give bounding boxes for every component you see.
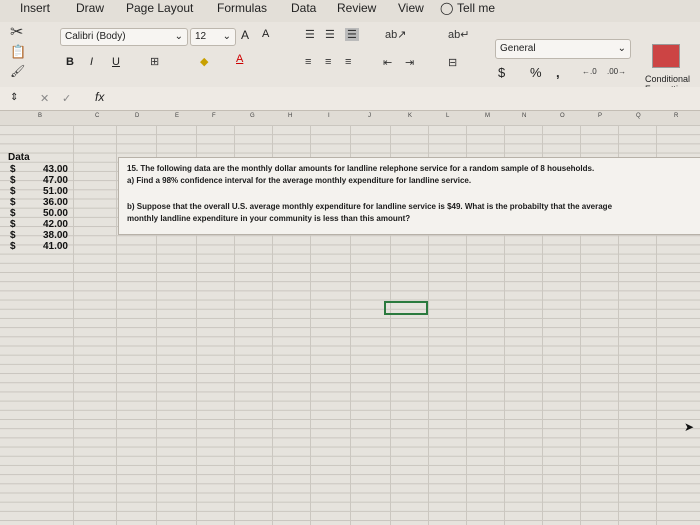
column-header[interactable]: J [368, 113, 371, 119]
fx-icon[interactable]: fx [95, 90, 104, 104]
column-header[interactable]: N [522, 113, 526, 119]
data-value[interactable]: 36.00 [30, 197, 68, 208]
formula-bar: ⇕ ✕ ✓ fx [0, 87, 700, 111]
data-value[interactable]: 41.00 [30, 241, 68, 252]
tab-view[interactable]: View [398, 1, 424, 15]
font-size: 12 [195, 31, 207, 42]
currency-button[interactable]: $ [498, 65, 505, 80]
column-header[interactable]: D [135, 113, 139, 119]
column-header[interactable]: L [446, 113, 449, 119]
column-header[interactable]: R [674, 113, 678, 119]
shrink-font-button[interactable]: A [262, 28, 269, 40]
conditional-formatting-label-1[interactable]: Conditional [645, 74, 690, 84]
column-header[interactable]: K [408, 113, 412, 119]
column-header[interactable]: H [288, 113, 292, 119]
grow-font-button[interactable]: A [241, 28, 249, 42]
data-header[interactable]: Data [8, 153, 30, 163]
scissors-icon[interactable]: ✂ [10, 22, 23, 42]
data-value[interactable]: 38.00 [30, 230, 68, 241]
font-size-dropdown[interactable]: 12 ⌄ [190, 28, 236, 46]
data-value[interactable]: 50.00 [30, 208, 68, 219]
chevron-down-icon: ⌄ [617, 43, 626, 54]
increase-indent-icon[interactable]: ⇥ [405, 56, 414, 69]
tab-page-layout[interactable]: Page Layout [126, 1, 193, 15]
problem-line-1: 15. The following data are the monthly d… [127, 164, 595, 173]
problem-line-3: b) Suppose that the overall U.S. average… [127, 202, 613, 211]
column-divider [116, 125, 117, 525]
name-box-stepper-icon[interactable]: ⇕ [10, 92, 18, 103]
currency-symbol: $ [10, 175, 16, 186]
currency-symbol: $ [10, 208, 16, 219]
font-name: Calibri (Body) [65, 31, 126, 42]
column-header[interactable]: I [328, 113, 330, 119]
problem-text-box[interactable]: 15. The following data are the monthly d… [118, 157, 700, 235]
align-center-icon[interactable]: ≡ [325, 56, 331, 68]
excel-window: Insert Draw Page Layout Formulas Data Re… [0, 0, 700, 525]
decrease-decimal-icon[interactable]: .00→ [607, 67, 626, 76]
tab-insert[interactable]: Insert [20, 1, 50, 15]
font-name-dropdown[interactable]: Calibri (Body) ⌄ [60, 28, 188, 46]
comma-button[interactable]: , [556, 65, 560, 80]
mouse-cursor-icon: ➤ [684, 420, 695, 434]
fill-color-icon[interactable]: ◆ [200, 55, 208, 68]
conditional-formatting-icon[interactable] [652, 44, 680, 68]
column-header[interactable]: B [38, 113, 42, 119]
chevron-down-icon: ⌄ [222, 31, 231, 42]
column-header[interactable]: F [212, 113, 216, 119]
data-value[interactable]: 42.00 [30, 219, 68, 230]
tab-formulas[interactable]: Formulas [217, 1, 267, 15]
column-header[interactable]: C [95, 113, 99, 119]
data-value[interactable]: 43.00 [30, 164, 68, 175]
format-painter-icon[interactable]: 🖌 [10, 64, 25, 78]
lightbulb-icon: ◯ [440, 1, 454, 15]
align-right-icon[interactable]: ≡ [345, 56, 351, 68]
column-header[interactable]: O [560, 113, 565, 119]
paste-icon[interactable]: 📋 [10, 44, 26, 60]
bold-button[interactable]: B [66, 56, 74, 68]
currency-symbol: $ [10, 230, 16, 241]
currency-symbol: $ [10, 164, 16, 175]
column-header[interactable]: E [175, 113, 179, 119]
align-left-icon[interactable]: ≡ [305, 56, 311, 68]
number-format: General [500, 43, 536, 54]
italic-button[interactable]: I [90, 56, 93, 68]
problem-line-4: monthly landline expenditure in your com… [127, 214, 411, 223]
currency-symbol: $ [10, 197, 16, 208]
column-header[interactable]: G [250, 113, 255, 119]
font-color-icon[interactable]: A [236, 53, 243, 65]
data-value[interactable]: 51.00 [30, 186, 68, 197]
borders-icon[interactable]: ⊞ [150, 55, 159, 68]
align-top-icon[interactable]: ☰ [305, 28, 315, 41]
tab-draw[interactable]: Draw [76, 1, 104, 15]
percent-button[interactable]: % [530, 65, 542, 80]
column-divider [73, 125, 74, 525]
chevron-down-icon: ⌄ [174, 31, 183, 42]
underline-button[interactable]: U [112, 56, 120, 68]
column-headers: B C D E F G H I J K L M N O P Q R [0, 111, 700, 126]
ribbon-tabs: Insert Draw Page Layout Formulas Data Re… [0, 0, 700, 22]
column-header[interactable]: Q [636, 113, 641, 119]
number-format-dropdown[interactable]: General ⌄ [495, 39, 631, 59]
column-header[interactable]: M [485, 113, 490, 119]
selected-cell[interactable] [384, 301, 428, 315]
align-bottom-icon[interactable]: ☰ [345, 28, 359, 41]
confirm-icon[interactable]: ✓ [62, 92, 71, 105]
orientation-icon[interactable]: ab↗ [385, 28, 406, 41]
tab-review[interactable]: Review [337, 1, 376, 15]
currency-symbol: $ [10, 241, 16, 252]
column-header[interactable]: P [598, 113, 602, 119]
cancel-icon[interactable]: ✕ [40, 92, 49, 105]
currency-symbol: $ [10, 186, 16, 197]
currency-symbol: $ [10, 219, 16, 230]
tab-tell-me[interactable]: Tell me [457, 1, 495, 15]
align-middle-icon[interactable]: ☰ [325, 28, 335, 41]
problem-line-2: a) Find a 98% confidence interval for th… [127, 176, 472, 185]
data-value[interactable]: 47.00 [30, 175, 68, 186]
decrease-indent-icon[interactable]: ⇤ [383, 56, 392, 69]
tab-data[interactable]: Data [291, 1, 316, 15]
merge-cells-icon[interactable]: ⊟ [448, 56, 457, 69]
increase-decimal-icon[interactable]: ←.0 [582, 67, 597, 76]
wrap-text-icon[interactable]: ab↵ [448, 28, 469, 41]
